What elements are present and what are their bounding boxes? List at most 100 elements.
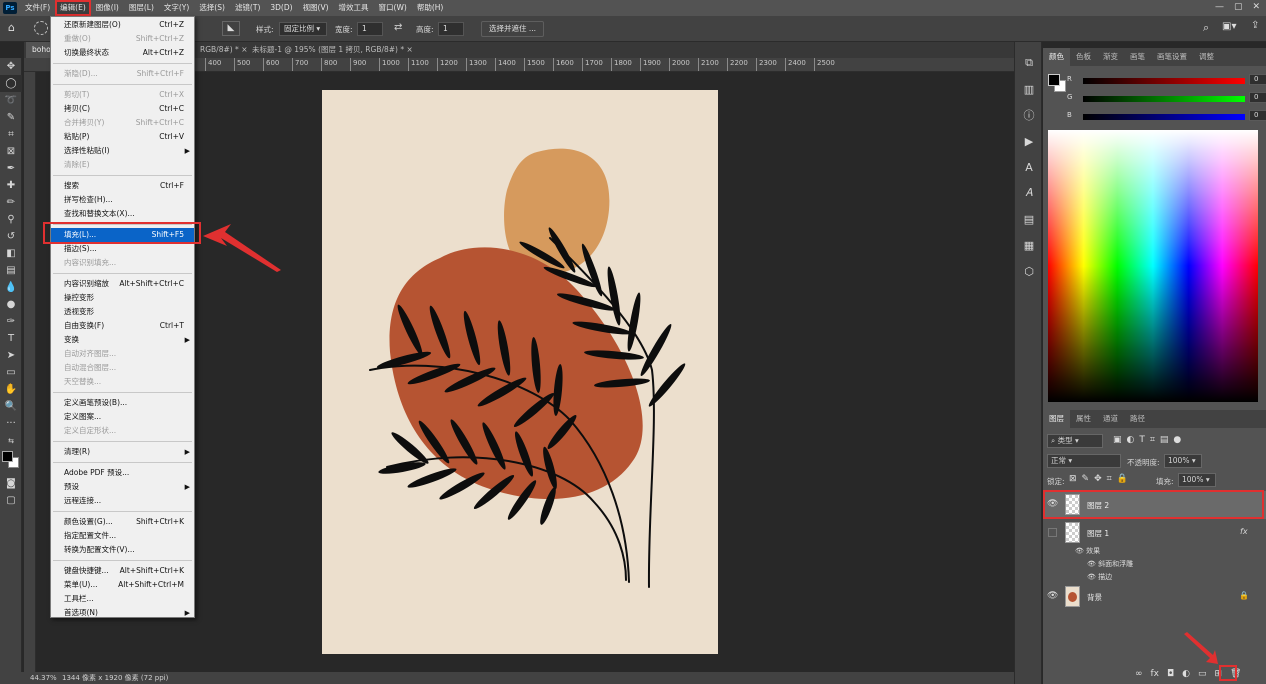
quick-mask-icon[interactable]: ◙ bbox=[0, 475, 22, 492]
add-mask-icon[interactable]: ◘ bbox=[1167, 669, 1174, 679]
layer-row-layer-1[interactable]: 图层 1 fx bbox=[1043, 519, 1266, 547]
search-icon[interactable]: ⌕ bbox=[1203, 21, 1209, 35]
edit-menu-item[interactable]: 切换最终状态 Alt+Ctrl+Z bbox=[51, 46, 194, 60]
lasso-tool-icon[interactable]: ➰ bbox=[0, 92, 22, 109]
color_panel-tab[interactable]: 画笔 bbox=[1124, 48, 1151, 66]
edit-menu-item[interactable]: 内容识别缩放 Alt+Shift+Ctrl+C bbox=[51, 277, 194, 291]
new-group-icon[interactable]: ▭ bbox=[1198, 669, 1207, 679]
height-input[interactable]: 1 bbox=[438, 22, 464, 36]
effect-bevel-emboss[interactable]: 👁 斜面和浮雕 bbox=[1087, 559, 1133, 569]
actions-panel-icon[interactable]: ▶ bbox=[1015, 128, 1043, 154]
notes-panel-icon[interactable]: ▦ bbox=[1015, 232, 1043, 258]
edit-menu-item[interactable]: 操控变形 bbox=[51, 291, 194, 305]
edit-menu-item[interactable]: 还原新建图层(O) Ctrl+Z bbox=[51, 18, 194, 32]
edit-menu-item[interactable]: Adobe PDF 预设... bbox=[51, 466, 194, 480]
menu-item[interactable]: 3D(D) bbox=[265, 0, 297, 16]
edit-menu-item[interactable]: 搜索 Ctrl+F bbox=[51, 179, 194, 193]
minimize-icon[interactable]: — bbox=[1215, 2, 1224, 12]
screen-mode-icon[interactable]: ▢ bbox=[0, 492, 22, 509]
glyphs-panel-icon[interactable]: ▤ bbox=[1015, 206, 1043, 232]
menu-item[interactable]: 选择(S) bbox=[194, 0, 230, 16]
healing-brush-tool-icon[interactable]: ✚ bbox=[0, 177, 22, 194]
share-icon[interactable]: ⇪ bbox=[1251, 20, 1259, 31]
artboard[interactable] bbox=[322, 90, 718, 654]
edit-menu-item[interactable]: 颜色设置(G)... Shift+Ctrl+K bbox=[51, 515, 194, 529]
edit-menu-item[interactable]: 定义画笔预设(B)... bbox=[51, 396, 194, 410]
edit-menu-item[interactable]: 键盘快捷键... Alt+Shift+Ctrl+K bbox=[51, 564, 194, 578]
history-panel-icon[interactable]: ⧉ bbox=[1015, 50, 1043, 76]
pen-tool-icon[interactable]: ✑ bbox=[0, 313, 22, 330]
tab-doc-2[interactable]: RGB/8#) * × bbox=[194, 42, 254, 58]
menu-item[interactable]: 文字(Y) bbox=[159, 0, 194, 16]
opacity-input[interactable]: 100% ▾ bbox=[1164, 454, 1202, 468]
link-layers-icon[interactable]: ∞ bbox=[1135, 669, 1143, 679]
edit-menu-item[interactable]: 自由变换(F) Ctrl+T bbox=[51, 319, 194, 333]
home-icon[interactable]: ⌂ bbox=[8, 21, 15, 34]
b-slider[interactable]: B 0 bbox=[1067, 110, 1266, 124]
crop-tool-icon[interactable]: ⌗ bbox=[0, 126, 22, 143]
layers_panel-tab[interactable]: 属性 bbox=[1070, 410, 1097, 428]
menu-item[interactable]: 窗口(W) bbox=[374, 0, 412, 16]
select-and-mask-button[interactable]: 选择并遮住 ... bbox=[481, 21, 545, 37]
layer-row-background[interactable]: 👁 背景 🔒 bbox=[1043, 583, 1266, 611]
ellipse-marquee-icon[interactable] bbox=[34, 21, 48, 35]
paragraph-panel-icon[interactable]: 𝐴 bbox=[1015, 180, 1043, 206]
edit-menu-item[interactable]: 查找和替换文本(X)... bbox=[51, 207, 194, 221]
edit-menu-item[interactable]: 指定配置文件... bbox=[51, 529, 194, 543]
edit-menu-item[interactable]: 首选项(N) ▶ bbox=[51, 606, 194, 620]
eyedropper-tool-icon[interactable]: ✒ bbox=[0, 160, 22, 177]
blend-mode-select[interactable]: 正常 ▾ bbox=[1047, 454, 1121, 468]
eraser-tool-icon[interactable]: ◧ bbox=[0, 245, 22, 262]
edit-menu-item[interactable]: 拷贝(C) Ctrl+C bbox=[51, 102, 194, 116]
foreground-swatch[interactable] bbox=[1048, 74, 1060, 86]
edit-menu-item[interactable]: 粘贴(P) Ctrl+V bbox=[51, 130, 194, 144]
edit-menu-item[interactable]: 定义图案... bbox=[51, 410, 194, 424]
b-track[interactable] bbox=[1083, 114, 1245, 120]
layers_panel-tab[interactable]: 图层 bbox=[1043, 410, 1070, 428]
dodge-tool-icon[interactable]: ● bbox=[0, 296, 22, 313]
edit-menu-item[interactable]: 预设 ▶ bbox=[51, 480, 194, 494]
color-spectrum[interactable] bbox=[1048, 130, 1258, 402]
color_panel-tab[interactable]: 色板 bbox=[1070, 48, 1097, 66]
color_panel-tab[interactable]: 颜色 bbox=[1043, 48, 1070, 66]
g-track[interactable] bbox=[1083, 96, 1245, 102]
edit-menu-item[interactable]: 远程连接... bbox=[51, 494, 194, 508]
menu-item[interactable]: 帮助(H) bbox=[412, 0, 449, 16]
r-track[interactable] bbox=[1083, 78, 1245, 84]
character-panel-icon[interactable]: A bbox=[1015, 154, 1043, 180]
close-icon[interactable]: × bbox=[407, 45, 413, 54]
gradient-tool-icon[interactable]: ▤ bbox=[0, 262, 22, 279]
more-tools-icon[interactable]: ··· bbox=[0, 415, 22, 432]
menu-item[interactable]: 图像(I) bbox=[91, 0, 124, 16]
swap-icon[interactable]: ⇄ bbox=[394, 22, 402, 33]
edit-menu-item[interactable]: 工具栏... bbox=[51, 592, 194, 606]
layer-name[interactable]: 图层 1 bbox=[1087, 528, 1109, 539]
rectangle-tool-icon[interactable]: ▭ bbox=[0, 364, 22, 381]
layers_panel-tab[interactable]: 通道 bbox=[1097, 410, 1124, 428]
history-brush-tool-icon[interactable]: ↺ bbox=[0, 228, 22, 245]
adjustment-layer-icon[interactable]: ◐ bbox=[1182, 669, 1190, 679]
hand-tool-icon[interactable]: ✋ bbox=[0, 381, 22, 398]
menu-item[interactable]: 视图(V) bbox=[298, 0, 334, 16]
default-colors-icon[interactable]: ⇆ bbox=[0, 432, 22, 449]
edit-menu-item[interactable]: 透视变形 bbox=[51, 305, 194, 319]
effects-row[interactable]: 👁 效果 bbox=[1075, 546, 1100, 556]
type-tool-icon[interactable]: T bbox=[0, 330, 22, 347]
brush-tool-icon[interactable]: ✏ bbox=[0, 194, 22, 211]
menu-item[interactable]: 图层(L) bbox=[124, 0, 159, 16]
info-panel-icon[interactable]: ⓘ bbox=[1015, 102, 1043, 128]
eye-icon[interactable]: 👁 bbox=[1047, 591, 1059, 603]
move-tool-icon[interactable]: ✥ bbox=[0, 58, 22, 75]
maximize-icon[interactable]: ▢ bbox=[1234, 2, 1243, 12]
menu-item[interactable]: 增效工具 bbox=[334, 0, 374, 16]
b-value-input[interactable]: 0 bbox=[1249, 110, 1266, 121]
frame-tool-icon[interactable]: ⊠ bbox=[0, 143, 22, 160]
r-slider[interactable]: R 0 bbox=[1067, 74, 1266, 88]
zoom-level[interactable]: 44.37% bbox=[30, 674, 57, 682]
color_panel-tab[interactable]: 画笔设置 bbox=[1151, 48, 1193, 66]
quick-select-tool-icon[interactable]: ✎ bbox=[0, 109, 22, 126]
edit-menu-item[interactable]: 变换 ▶ bbox=[51, 333, 194, 347]
g-slider[interactable]: G 0 bbox=[1067, 92, 1266, 106]
add-style-icon[interactable]: fx bbox=[1151, 669, 1160, 679]
fill-input[interactable]: 100% ▾ bbox=[1178, 473, 1216, 487]
